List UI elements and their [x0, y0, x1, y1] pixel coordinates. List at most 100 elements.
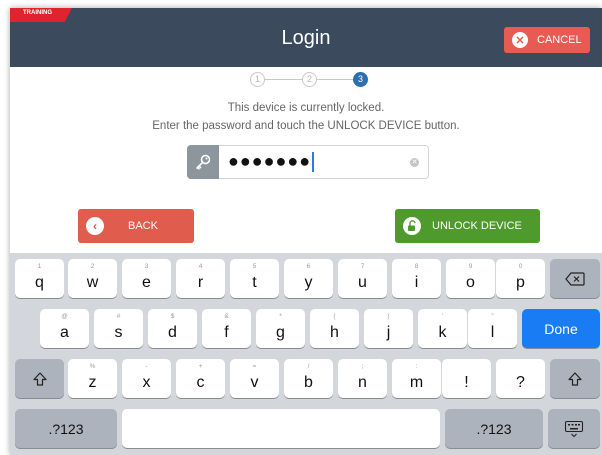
key-sub: ( [333, 313, 336, 320]
key-sub: - [145, 363, 148, 370]
key-sub: ' [441, 313, 444, 320]
key-label: z [88, 374, 97, 391]
key-exclamation[interactable]: ! [442, 359, 491, 398]
key-sub: 9 [468, 263, 473, 270]
key-label: p [516, 274, 525, 291]
key-j[interactable]: ) j [364, 309, 413, 348]
key-sub: : [415, 363, 418, 370]
shift-key-right[interactable] [550, 359, 600, 398]
key-i[interactable]: 8i [392, 259, 441, 298]
key-v[interactable]: = v [230, 359, 279, 398]
close-icon: ✕ [512, 32, 528, 48]
key-sub: 8 [414, 263, 419, 270]
clear-text-icon[interactable]: ✕ [410, 158, 419, 167]
key-label: x [142, 374, 151, 391]
key-sub: 2 [90, 263, 95, 270]
header-bar: TRAINING Login ✕ CANCEL [10, 8, 602, 67]
key-g[interactable]: * g [256, 309, 305, 348]
key-label: a [60, 324, 69, 341]
backspace-icon [550, 259, 600, 298]
back-button[interactable]: ‹ BACK [78, 209, 194, 243]
key-e[interactable]: 3e [122, 259, 171, 298]
step-3: 3 [353, 72, 368, 87]
key-d[interactable]: $ d [148, 309, 197, 348]
key-n[interactable]: ; n [338, 359, 387, 398]
key-label: d [168, 324, 177, 341]
step-connector [265, 79, 302, 80]
key-label: s [114, 324, 123, 341]
key-label: q [35, 274, 44, 291]
key-sub: @ [61, 313, 68, 320]
numbers-key-left[interactable]: .?123 [15, 409, 117, 448]
key-m[interactable]: :m [392, 359, 441, 398]
key-label: k [438, 324, 447, 341]
key-z[interactable]: % z [68, 359, 117, 398]
login-screen: TRAINING Login ✕ CANCEL 1 2 3 This devic… [10, 8, 602, 455]
key-q[interactable]: 1q [15, 259, 64, 298]
key-s[interactable]: # s [94, 309, 143, 348]
shift-icon [15, 359, 64, 398]
step-2: 2 [302, 72, 317, 87]
key-label: w [86, 274, 99, 291]
key-label: g [276, 324, 285, 341]
key-label: ! [464, 374, 469, 391]
key-label: v [250, 374, 259, 391]
key-label: f [224, 324, 229, 341]
key-question[interactable]: ? [496, 359, 545, 398]
key-label: c [196, 374, 205, 391]
key-sub: % [89, 363, 96, 370]
key-label: e [142, 274, 151, 291]
key-sub: 7 [360, 263, 365, 270]
keyboard-dismiss-icon [548, 409, 600, 448]
key-sub: 5 [252, 263, 257, 270]
key-c[interactable]: + c [176, 359, 225, 398]
done-label: Done [544, 320, 578, 337]
key-a[interactable]: @ a [40, 309, 89, 348]
key-label: r [197, 274, 204, 291]
unlock-device-button[interactable]: UNLOCK DEVICE [395, 209, 540, 243]
key-l[interactable]: " l [468, 309, 517, 348]
numbers-label-right: .?123 [476, 420, 512, 437]
key-u[interactable]: 7u [338, 259, 387, 298]
key-w[interactable]: 2w [68, 259, 117, 298]
key-sub: 0 [518, 263, 523, 270]
shift-key-left[interactable] [15, 359, 64, 398]
cancel-button[interactable]: ✕ CANCEL [504, 27, 590, 53]
cancel-label: CANCEL [537, 34, 582, 46]
key-k[interactable]: ' k [418, 309, 467, 348]
hide-keyboard-key[interactable] [548, 409, 600, 448]
numbers-key-right[interactable]: .?123 [445, 409, 543, 448]
instruction-message: Enter the password and touch the UNLOCK … [152, 120, 460, 132]
key-label: l [490, 324, 495, 341]
key-y[interactable]: 6y [284, 259, 333, 298]
key-x[interactable]: -x [122, 359, 171, 398]
key-icon [187, 145, 219, 179]
key-sub: * [279, 313, 282, 320]
key-sub: 4 [198, 263, 203, 270]
key-label: m [409, 374, 424, 391]
key-o[interactable]: 9o [446, 259, 495, 298]
key-sub: / [307, 363, 310, 370]
key-sub: 6 [306, 263, 311, 270]
step-1: 1 [250, 72, 265, 87]
key-sub: ) [387, 313, 390, 320]
text-caret [312, 152, 314, 172]
key-sub: # [116, 313, 121, 320]
key-p[interactable]: 0p [496, 259, 545, 298]
key-b[interactable]: / b [284, 359, 333, 398]
key-h[interactable]: (h [310, 309, 359, 348]
key-f[interactable]: & f [202, 309, 251, 348]
chevron-left-icon: ‹ [86, 217, 104, 235]
password-field[interactable]: ●●●●●●● ✕ [187, 145, 429, 179]
password-value: ●●●●●●● [228, 151, 312, 171]
done-key[interactable]: Done [522, 309, 600, 348]
key-label: n [358, 374, 367, 391]
key-t[interactable]: 5t [230, 259, 279, 298]
key-label: o [466, 274, 475, 291]
key-r[interactable]: 4r [176, 259, 225, 298]
training-badge: TRAINING [10, 8, 72, 22]
back-label: BACK [128, 220, 158, 232]
step-connector [317, 79, 353, 80]
space-bar[interactable] [122, 409, 440, 448]
backspace-key[interactable] [550, 259, 600, 298]
